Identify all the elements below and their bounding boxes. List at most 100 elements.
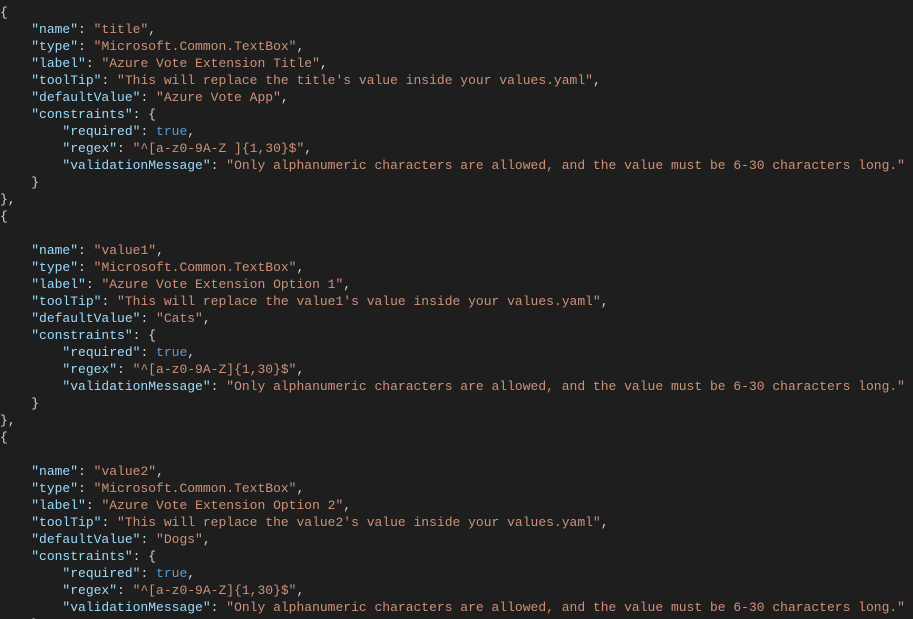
json-punct: : — [117, 583, 133, 598]
json-string: "Azure Vote Extension Option 1" — [101, 277, 343, 292]
json-punct: : — [78, 243, 94, 258]
json-key: "defaultValue" — [31, 90, 140, 105]
json-string: "This will replace the title's value ins… — [117, 73, 593, 88]
json-key: "name" — [31, 464, 78, 479]
json-punct: : — [86, 56, 102, 71]
json-punct — [0, 243, 31, 258]
code-line: { — [0, 5, 8, 20]
json-code-block[interactable]: { "name": "title", "type": "Microsoft.Co… — [0, 0, 913, 619]
code-line: } — [0, 396, 39, 411]
json-string: "^[a-z0-9A-Z]{1,30}$" — [133, 362, 297, 377]
json-string: "title" — [94, 22, 149, 37]
code-line: "type": "Microsoft.Common.TextBox", — [0, 260, 304, 275]
json-punct — [0, 498, 31, 513]
json-punct: , — [187, 345, 195, 360]
code-line: "toolTip": "This will replace the title'… — [0, 73, 601, 88]
json-key: "defaultValue" — [31, 311, 140, 326]
json-punct — [0, 464, 31, 479]
json-punct — [0, 141, 62, 156]
json-punct: , — [601, 515, 609, 530]
json-punct: , — [156, 243, 164, 258]
json-punct: : — [140, 124, 156, 139]
json-punct: , — [187, 566, 195, 581]
json-punct: { — [0, 209, 8, 224]
code-line: { — [0, 430, 8, 445]
json-punct: : — [78, 260, 94, 275]
json-punct — [0, 124, 62, 139]
code-line: "label": "Azure Vote Extension Option 1"… — [0, 277, 351, 292]
json-punct: : — [101, 515, 117, 530]
json-punct: }, — [0, 413, 16, 428]
json-punct: : — [140, 345, 156, 360]
json-punct: : — [101, 73, 117, 88]
json-string: "^[a-z0-9A-Z]{1,30}$" — [133, 583, 297, 598]
json-punct: , — [343, 498, 351, 513]
code-line: "name": "title", — [0, 22, 156, 37]
json-punct — [0, 56, 31, 71]
json-punct — [0, 311, 31, 326]
code-line: "toolTip": "This will replace the value2… — [0, 515, 609, 530]
code-line: } — [0, 175, 39, 190]
json-string: "Only alphanumeric characters are allowe… — [226, 158, 905, 173]
json-string: "Only alphanumeric characters are allowe… — [226, 600, 905, 615]
json-punct — [0, 481, 31, 496]
json-string: "Microsoft.Common.TextBox" — [94, 481, 297, 496]
json-punct: : — [117, 141, 133, 156]
code-line: "regex": "^[a-z0-9A-Z ]{1,30}$", — [0, 141, 312, 156]
code-line: "validationMessage": "Only alphanumeric … — [0, 379, 905, 394]
json-key: "type" — [31, 260, 78, 275]
json-key: "defaultValue" — [31, 532, 140, 547]
json-boolean: true — [156, 124, 187, 139]
json-punct: , — [148, 22, 156, 37]
code-line: }, — [0, 192, 16, 207]
json-boolean: true — [156, 345, 187, 360]
code-line: "name": "value2", — [0, 464, 164, 479]
json-string: "Azure Vote App" — [156, 90, 281, 105]
json-key: "label" — [31, 277, 86, 292]
code-line: "required": true, — [0, 345, 195, 360]
json-key: "required" — [62, 345, 140, 360]
json-punct: : — [211, 379, 227, 394]
json-punct: : — [140, 566, 156, 581]
code-line: "label": "Azure Vote Extension Option 2"… — [0, 498, 351, 513]
json-punct: , — [296, 481, 304, 496]
json-boolean: true — [156, 566, 187, 581]
json-key: "regex" — [62, 583, 117, 598]
code-line: "required": true, — [0, 566, 195, 581]
code-line: "defaultValue": "Cats", — [0, 311, 211, 326]
json-punct: { — [0, 5, 8, 20]
json-punct — [0, 515, 31, 530]
json-punct: , — [296, 260, 304, 275]
json-string: "Azure Vote Extension Option 2" — [101, 498, 343, 513]
json-punct: } — [0, 175, 39, 190]
json-key: "type" — [31, 39, 78, 54]
json-punct: : { — [133, 107, 156, 122]
code-line: "required": true, — [0, 124, 195, 139]
code-line: "constraints": { — [0, 107, 156, 122]
code-line: "constraints": { — [0, 328, 156, 343]
json-punct: : — [78, 464, 94, 479]
json-punct: , — [203, 532, 211, 547]
json-key: "type" — [31, 481, 78, 496]
json-punct — [0, 328, 31, 343]
json-key: "required" — [62, 124, 140, 139]
code-line: "label": "Azure Vote Extension Title", — [0, 56, 328, 71]
json-key: "constraints" — [31, 328, 132, 343]
code-line: "regex": "^[a-z0-9A-Z]{1,30}$", — [0, 362, 304, 377]
json-string: "This will replace the value2's value in… — [117, 515, 601, 530]
json-punct — [0, 158, 62, 173]
json-key: "constraints" — [31, 107, 132, 122]
json-punct — [0, 532, 31, 547]
json-punct: : — [86, 498, 102, 513]
json-punct: : — [140, 532, 156, 547]
json-punct: , — [296, 583, 304, 598]
code-line: "name": "value1", — [0, 243, 164, 258]
json-punct: : { — [133, 328, 156, 343]
code-line: "validationMessage": "Only alphanumeric … — [0, 600, 905, 615]
code-line: "defaultValue": "Azure Vote App", — [0, 90, 289, 105]
json-key: "toolTip" — [31, 73, 101, 88]
json-punct: : — [117, 362, 133, 377]
json-punct: , — [343, 277, 351, 292]
json-punct — [0, 277, 31, 292]
json-punct: : { — [133, 549, 156, 564]
